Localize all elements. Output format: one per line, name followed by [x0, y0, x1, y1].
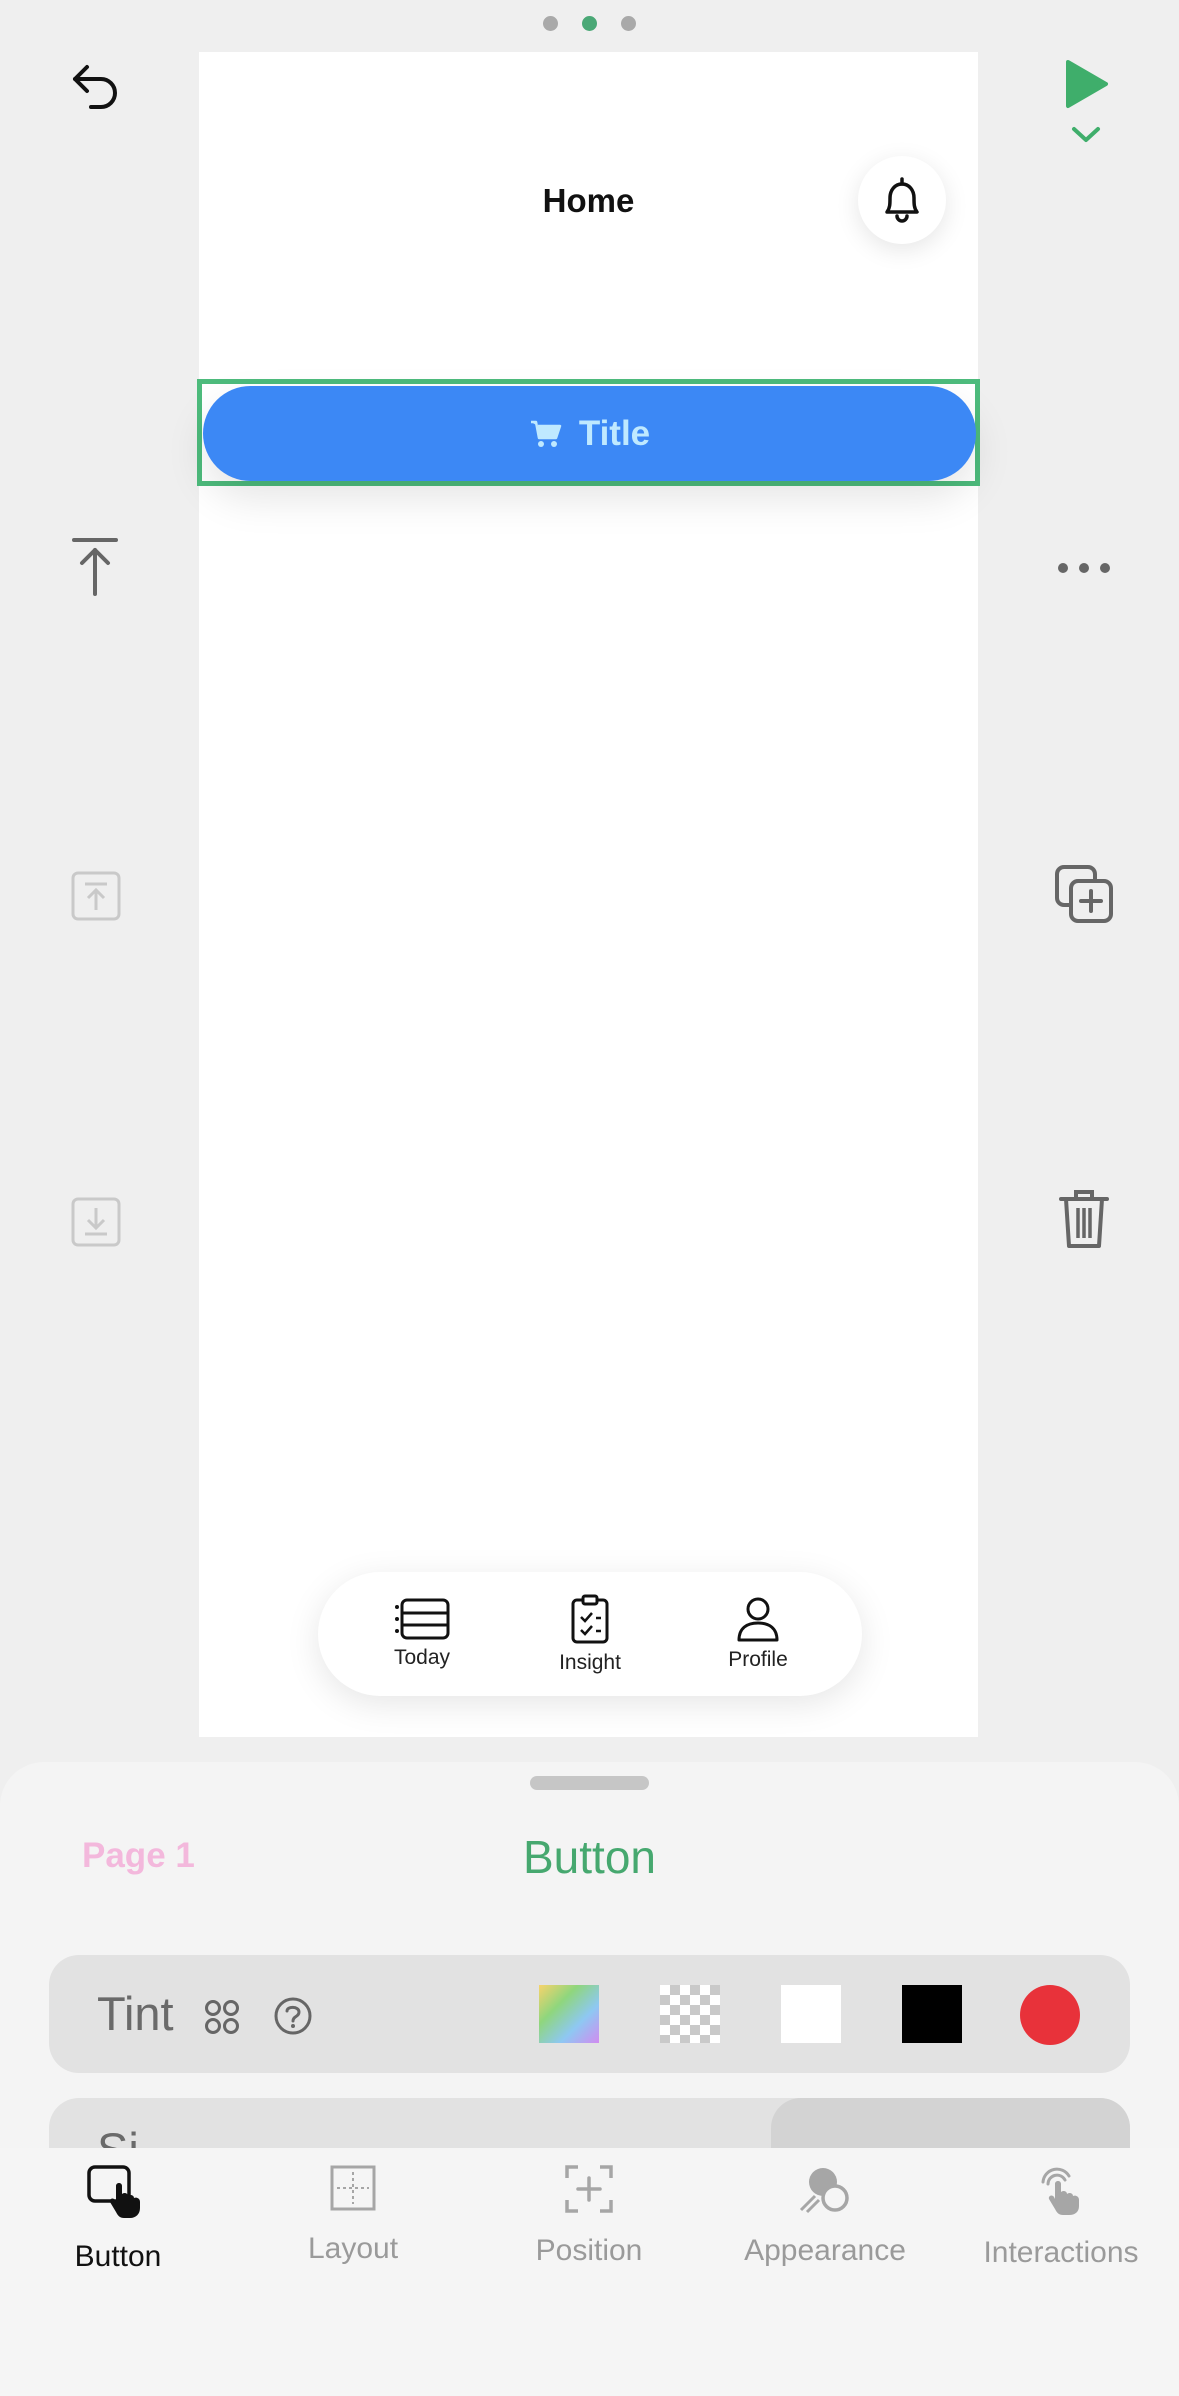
more-options-icon[interactable]	[1052, 552, 1116, 584]
title-button-label: Title	[578, 413, 651, 453]
tab-profile[interactable]: Profile	[688, 1596, 828, 1672]
page-indicator	[0, 16, 1179, 32]
play-icon[interactable]	[1054, 52, 1118, 116]
tab-bar: Today Insight Profile	[318, 1572, 862, 1696]
tool-label: Interactions	[983, 2236, 1139, 2269]
today-list-icon	[394, 1598, 450, 1640]
tab-label: Insight	[559, 1651, 621, 1674]
clipboard-icon	[570, 1593, 610, 1645]
cart-icon	[529, 419, 563, 449]
move-to-top-icon[interactable]	[62, 532, 128, 602]
drag-handle[interactable]	[530, 1776, 649, 1790]
tint-label: Tint	[97, 1987, 174, 2040]
swatch-red[interactable]	[1020, 1985, 1080, 2045]
tool-label: Layout	[307, 2232, 399, 2265]
swatch-gradient[interactable]	[539, 1985, 599, 2043]
tool-position[interactable]: Position	[471, 2164, 707, 2268]
grid-options-icon[interactable]	[202, 1997, 242, 2037]
tool-appearance[interactable]: Appearance	[707, 2164, 943, 2268]
tool-button[interactable]: Button	[0, 2164, 236, 2274]
person-icon	[736, 1596, 780, 1642]
tab-label: Today	[393, 1646, 451, 1669]
tool-label: Appearance	[744, 2234, 906, 2267]
tab-label: Profile	[728, 1648, 788, 1671]
tool-label: Position	[535, 2234, 643, 2267]
design-canvas[interactable]	[199, 52, 978, 1737]
tool-label: Button	[74, 2240, 162, 2273]
position-icon	[564, 2164, 614, 2214]
duplicate-icon[interactable]	[1052, 862, 1116, 926]
appearance-icon	[797, 2164, 853, 2214]
help-icon[interactable]	[272, 1995, 314, 2037]
swatch-transparent[interactable]	[660, 1985, 720, 2043]
swatch-white[interactable]	[781, 1985, 841, 2043]
size-segment[interactable]	[771, 2098, 1130, 2148]
tool-layout[interactable]: Layout	[235, 2164, 471, 2266]
swatch-black[interactable]	[902, 1985, 962, 2043]
chevron-down-icon[interactable]	[1066, 122, 1106, 148]
interactions-icon	[1033, 2164, 1089, 2216]
layout-icon	[329, 2164, 377, 2212]
undo-icon[interactable]	[62, 52, 128, 118]
tool-interactions[interactable]: Interactions	[943, 2164, 1179, 2270]
page-dot-active[interactable]	[582, 16, 597, 31]
send-backward-icon[interactable]	[68, 1194, 124, 1250]
bell-icon[interactable]	[858, 156, 946, 244]
tab-insight[interactable]: Insight	[520, 1593, 660, 1675]
tab-today[interactable]: Today	[352, 1598, 492, 1670]
page-dot[interactable]	[621, 16, 636, 31]
page-dot[interactable]	[543, 16, 558, 31]
panel-title: Button	[523, 1831, 656, 1883]
bring-forward-icon[interactable]	[68, 868, 124, 924]
trash-icon[interactable]	[1054, 1186, 1114, 1252]
button-tap-icon	[86, 2164, 150, 2220]
title-button[interactable]: Title	[203, 386, 976, 481]
